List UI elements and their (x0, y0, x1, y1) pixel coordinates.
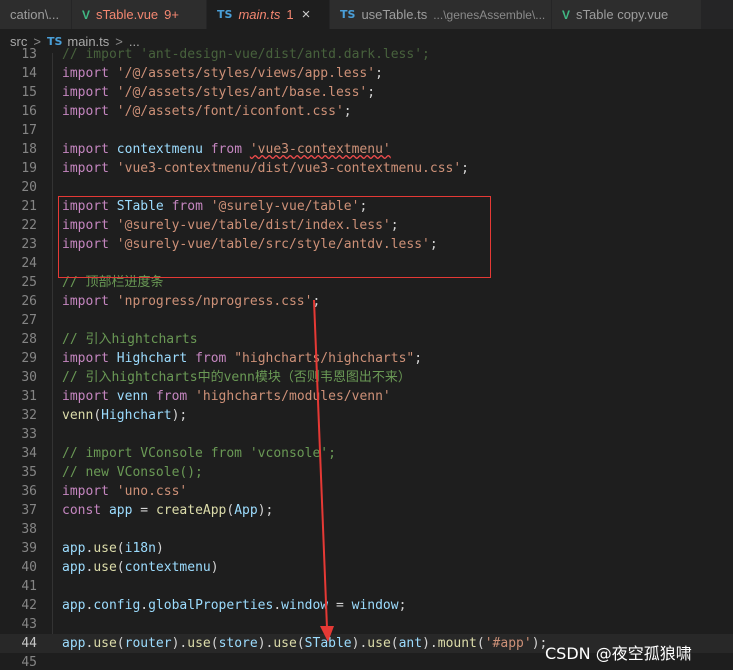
watermark: CSDN @夜空孤狼啸 (545, 644, 692, 663)
annotation-arrow (313, 299, 334, 642)
arrow-head (320, 626, 334, 642)
arrow-line (313, 299, 328, 629)
